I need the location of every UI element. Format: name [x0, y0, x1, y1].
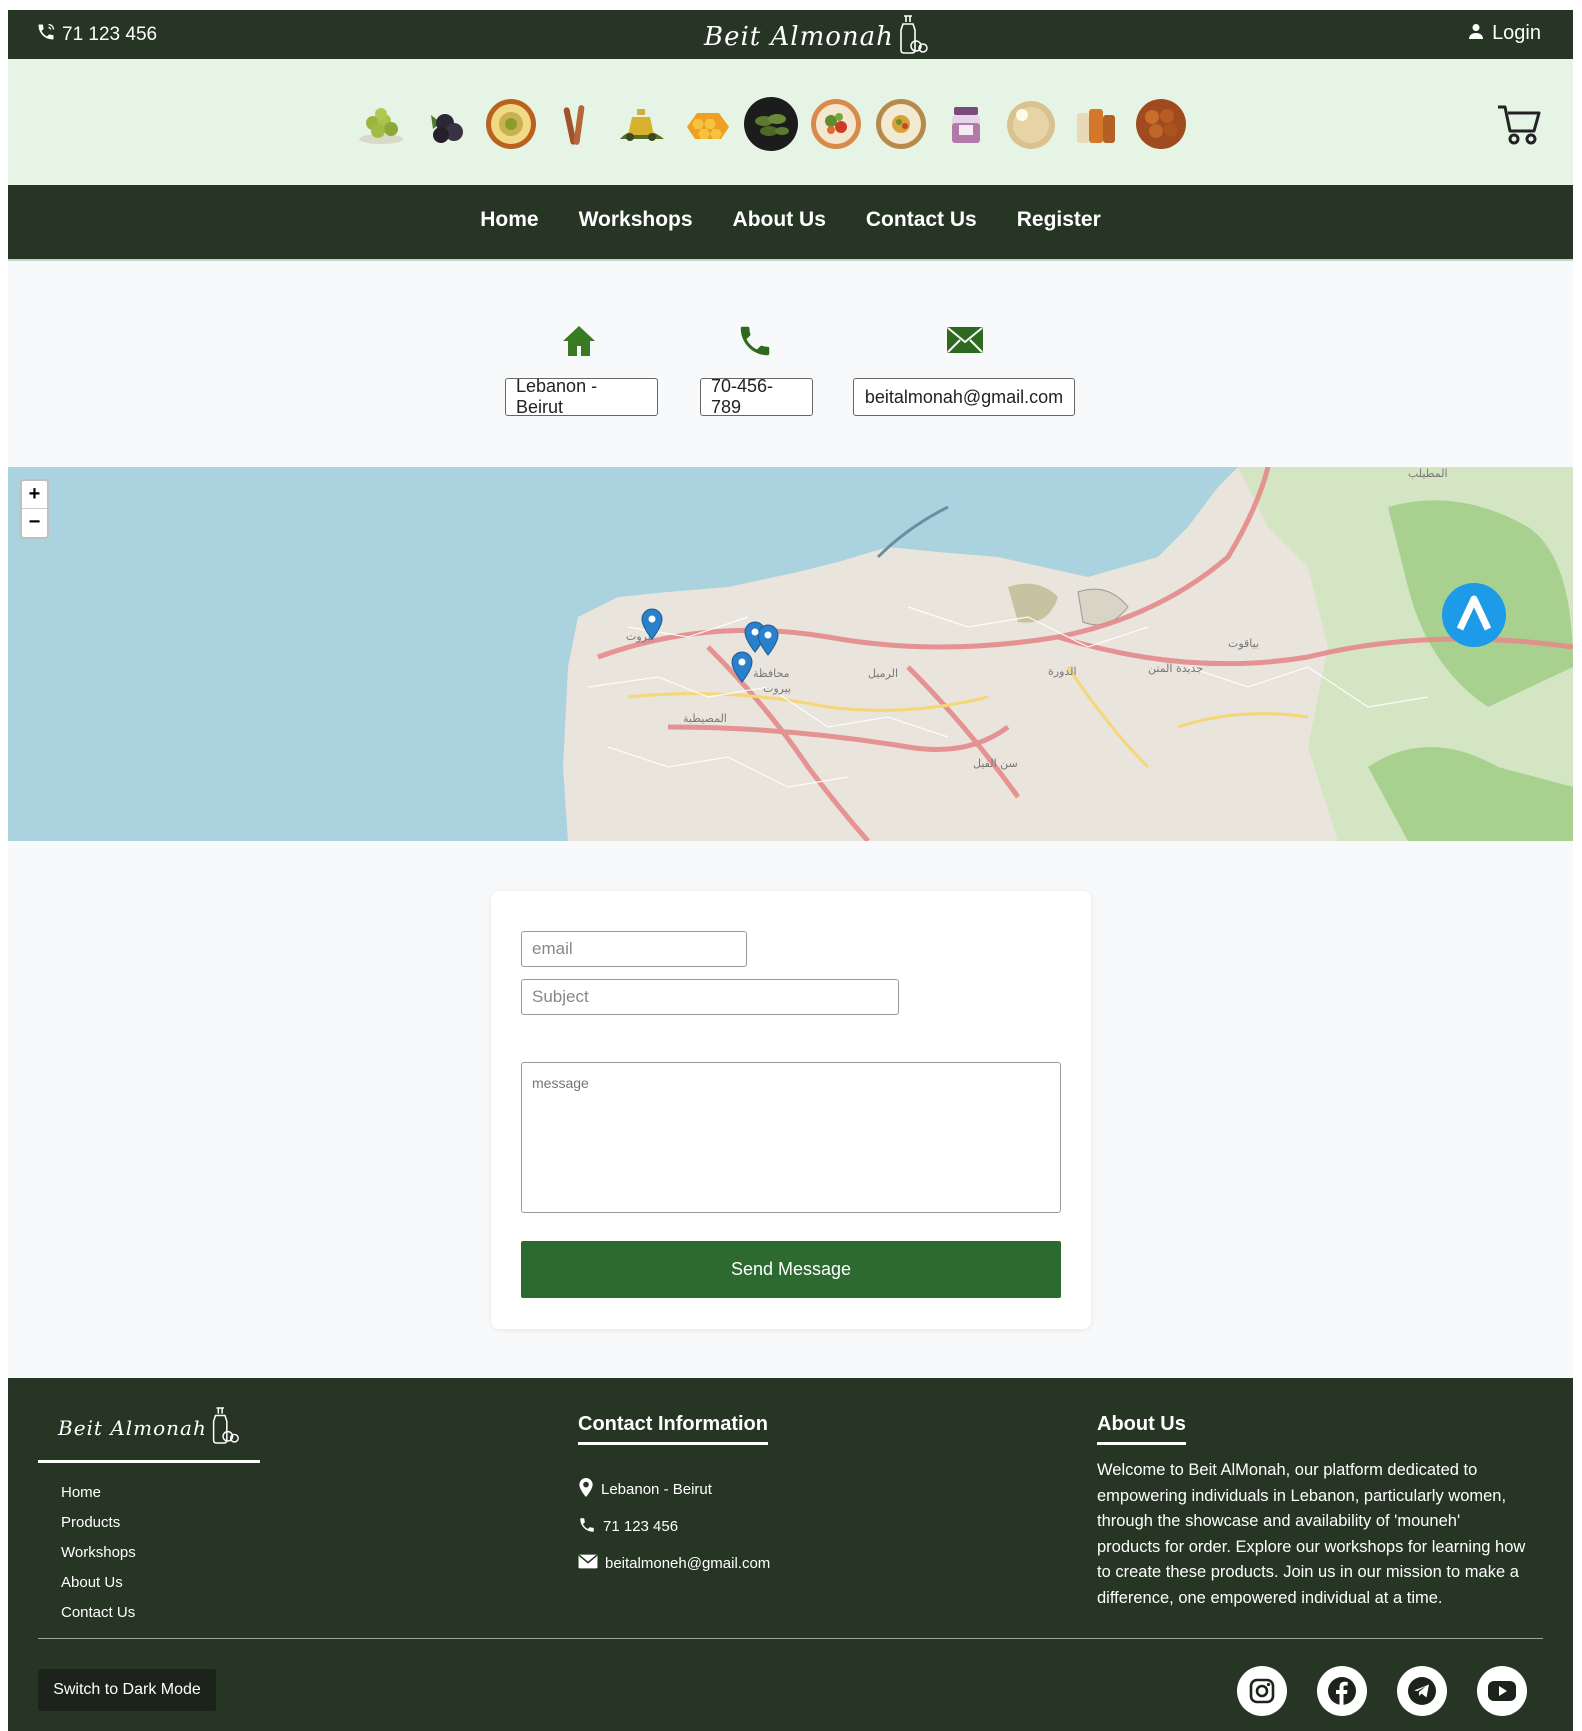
pasta-icon[interactable] — [1069, 97, 1124, 152]
telegram-icon[interactable] — [1397, 1666, 1447, 1716]
bread-icon[interactable] — [1004, 97, 1059, 152]
email-field[interactable] — [521, 931, 747, 967]
header-phone[interactable]: 71 123 456 — [36, 22, 157, 48]
olive-oil-icon[interactable] — [614, 97, 669, 152]
grapes-icon[interactable] — [354, 97, 409, 152]
svg-text:جديدة المتن: جديدة المتن — [1148, 662, 1203, 675]
subject-field[interactable] — [521, 979, 899, 1015]
footer-address: Lebanon - Beirut — [578, 1471, 770, 1508]
user-icon — [1468, 22, 1484, 45]
svg-text:محافظة: محافظة — [753, 667, 790, 680]
stuffed-vine-leaves-icon[interactable] — [744, 97, 799, 152]
map-zoom-control: + − — [20, 479, 49, 539]
envelope-icon — [946, 326, 984, 359]
social-links — [1237, 1666, 1527, 1716]
svg-text:سن الفيل: سن الفيل — [973, 757, 1018, 770]
phone-icon — [736, 322, 774, 365]
svg-text:الرميل: الرميل — [868, 667, 898, 680]
footer-logo[interactable]: Beit Almonah — [58, 1404, 241, 1451]
footer-phone: 71 123 456 — [578, 1508, 770, 1545]
footer-link-home[interactable]: Home — [61, 1484, 136, 1503]
login-label: Login — [1492, 22, 1541, 44]
nav-contact-us[interactable]: Contact Us — [866, 208, 977, 232]
map-tiles: بيروت محافظة بيروت الرميل بياقوت جديدة ا… — [563, 467, 1573, 841]
youtube-icon[interactable] — [1477, 1666, 1527, 1716]
product-icons — [354, 97, 1189, 152]
email-box: beitalmonah@gmail.com — [853, 378, 1075, 416]
footer-link-products[interactable]: Products — [61, 1514, 136, 1533]
svg-text:بياقوت: بياقوت — [1228, 637, 1259, 650]
about-us-heading: About Us — [1097, 1413, 1186, 1445]
phone-icon — [36, 22, 56, 48]
footer-address-text: Lebanon - Beirut — [601, 1481, 712, 1498]
honeycomb-icon[interactable] — [679, 97, 734, 152]
dark-mode-toggle[interactable]: Switch to Dark Mode — [38, 1669, 216, 1711]
login-button[interactable]: Login — [1468, 22, 1541, 45]
salad-plate-icon[interactable] — [874, 97, 929, 152]
nav-register[interactable]: Register — [1017, 208, 1101, 232]
address-box: Lebanon - Beirut — [505, 376, 658, 417]
nav-workshops[interactable]: Workshops — [579, 208, 693, 232]
location-pin-icon — [578, 1478, 594, 1501]
svg-text:بيروت: بيروت — [763, 682, 791, 695]
instagram-icon[interactable] — [1237, 1666, 1287, 1716]
svg-text:المصيطبة: المصيطبة — [683, 712, 727, 725]
hummus-bowl-icon[interactable] — [484, 97, 539, 152]
map[interactable]: بيروت محافظة بيروت الرميل بياقوت جديدة ا… — [8, 467, 1573, 841]
falafel-icon[interactable] — [1134, 97, 1189, 152]
cinnamon-icon[interactable] — [549, 97, 604, 152]
nav-about-us[interactable]: About Us — [733, 208, 826, 232]
svg-text:المطيلب: المطيلب — [1408, 467, 1448, 480]
phone-box: 70-456-789 — [700, 376, 813, 417]
jam-jar-icon[interactable] — [939, 97, 994, 152]
main-nav: Home Workshops About Us Contact Us Regis… — [8, 185, 1573, 261]
header-phone-text: 71 123 456 — [62, 24, 158, 45]
about-us-text: Welcome to Beit AlMonah, our platform de… — [1097, 1461, 1526, 1607]
tabbouleh-icon[interactable] — [809, 97, 864, 152]
send-message-button[interactable]: Send Message — [521, 1241, 1061, 1298]
jar-logo-icon — [207, 1404, 241, 1451]
footer-link-about-us[interactable]: About Us — [61, 1574, 136, 1593]
footer-email-text: beitalmoneh@gmail.com — [605, 1555, 771, 1572]
page: 71 123 456 Beit Almonah Login Home Works… — [8, 10, 1573, 1731]
berries-icon[interactable] — [419, 97, 474, 152]
footer-divider — [38, 1638, 1543, 1639]
envelope-icon — [578, 1554, 598, 1573]
jar-logo-icon — [894, 12, 930, 61]
footer-logo-underline — [38, 1460, 260, 1463]
footer-email: beitalmoneh@gmail.com — [578, 1545, 770, 1582]
svg-text:الدورة: الدورة — [1048, 665, 1077, 678]
product-category-bar — [8, 59, 1573, 185]
footer-contact-info: Lebanon - Beirut 71 123 456 beitalmoneh@… — [578, 1471, 770, 1582]
footer-links: Home Products Workshops About Us Contact… — [61, 1484, 136, 1634]
cart-icon[interactable] — [1496, 103, 1542, 152]
top-bar: 71 123 456 Beit Almonah Login — [8, 10, 1573, 59]
phone-icon — [578, 1516, 596, 1538]
footer: Beit Almonah Home Products Workshops Abo… — [8, 1378, 1573, 1731]
brand-logo[interactable]: Beit Almonah — [704, 12, 930, 61]
nav-home[interactable]: Home — [480, 208, 538, 232]
contact-info-heading: Contact Information — [578, 1413, 768, 1445]
home-icon — [561, 324, 597, 363]
map-app-badge-icon — [1442, 583, 1506, 647]
facebook-icon[interactable] — [1317, 1666, 1367, 1716]
footer-link-workshops[interactable]: Workshops — [61, 1544, 136, 1563]
brand-name: Beit Almonah — [704, 21, 894, 52]
zoom-out-button[interactable]: − — [22, 509, 47, 537]
footer-link-contact-us[interactable]: Contact Us — [61, 1604, 136, 1623]
contact-form: Send Message — [491, 891, 1091, 1329]
message-field[interactable] — [521, 1062, 1061, 1213]
zoom-in-button[interactable]: + — [22, 481, 47, 509]
footer-brand-name: Beit Almonah — [58, 1415, 207, 1440]
footer-phone-text: 71 123 456 — [603, 1518, 679, 1535]
